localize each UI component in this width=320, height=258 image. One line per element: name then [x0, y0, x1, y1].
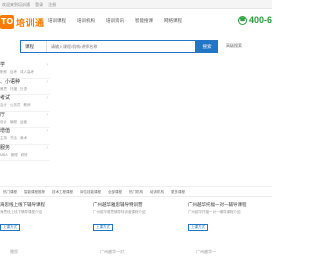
- filter-tab[interactable]: 更多课程: [171, 187, 185, 196]
- chevron-right-icon: ›: [46, 78, 48, 85]
- category-sub[interactable]: MBA: [0, 153, 8, 157]
- course-title[interactable]: 广州越华托福一对一辅导课程: [188, 201, 272, 208]
- course-desc: 广州越华雅思辅导特训营课程介绍: [93, 210, 146, 214]
- search-input[interactable]: [47, 41, 195, 52]
- login-link[interactable]: 登录: [35, 0, 43, 8]
- course-title[interactable]: 海思线上线下辅导课程: [0, 201, 82, 208]
- category-sub[interactable]: 教师: [24, 103, 31, 107]
- site-logo[interactable]: TO 培训通: [0, 13, 45, 31]
- logo-text: 培训通: [16, 17, 45, 28]
- hotline-number: 400-6: [248, 15, 272, 25]
- advanced-search-link[interactable]: 高级搜索: [226, 43, 242, 49]
- course-desc: 海思线上线下辅导课程介绍: [0, 210, 42, 214]
- next-row-item[interactable]: 广州越华一对: [100, 249, 124, 255]
- category-sub[interactable]: 管理: [11, 153, 18, 157]
- course-badge: 上课方式: [0, 224, 20, 231]
- category-sub[interactable]: 书法: [10, 136, 17, 140]
- course-desc: 广州越华托福一对一辅导课程介绍: [188, 210, 241, 214]
- nav-item-online-courses[interactable]: 网络课程: [164, 18, 182, 24]
- course-badge: 上课方式: [93, 224, 113, 231]
- category-title: 学: [0, 62, 6, 68]
- chevron-right-icon: ›: [46, 62, 48, 68]
- course-card[interactable]: 广州越华雅思辅导特训营 广州越华雅思辅导特训营课程介绍 上课方式: [93, 201, 178, 241]
- category-sub[interactable]: 运营: [20, 120, 27, 124]
- filter-tabs: 热门课程 智能课程推荐 技术工程课程 岗位技能课程 全部课程 热门机构 培训机构…: [0, 186, 272, 197]
- filter-tab[interactable]: 全部课程: [108, 187, 122, 196]
- filter-tab[interactable]: 技术工程课程: [52, 187, 73, 196]
- nav-item-institutions[interactable]: 培训机构: [77, 18, 95, 24]
- course-title[interactable]: 广州越华雅思辅导特训营: [93, 201, 178, 208]
- category-sub[interactable]: 会计: [0, 103, 7, 107]
- category-sub[interactable]: 自考: [10, 70, 17, 74]
- category-item[interactable]: 增值 › 主持 书法 美术: [0, 128, 50, 145]
- filter-tab[interactable]: 热门机构: [129, 187, 143, 196]
- category-sub[interactable]: 主持: [0, 136, 7, 140]
- category-item[interactable]: 考试 › 会计 公务员 教师: [0, 95, 50, 112]
- category-sub[interactable]: 研修: [21, 153, 28, 157]
- category-item[interactable]: 、小语种 › 雅思 托福 日语: [0, 78, 50, 95]
- top-bar: 欢迎来到培训通 登录 注册: [0, 0, 272, 9]
- hotline: ☎ 400-6: [237, 15, 272, 25]
- course-card[interactable]: 广州越华托福一对一辅导课程 广州越华托福一对一辅导课程介绍 上课方式: [188, 201, 272, 241]
- category-sub[interactable]: 公务员: [10, 103, 21, 107]
- category-sub[interactable]: 雅思: [0, 87, 7, 91]
- main-nav: 培训课程 培训机构 培训资讯 智能搜课 网络课程: [48, 18, 193, 24]
- filter-tab[interactable]: 智能课程推荐: [24, 187, 45, 196]
- search-box: 课程: [20, 40, 196, 53]
- next-row-item[interactable]: 广州越华一: [196, 249, 216, 255]
- course-card[interactable]: 海思线上线下辅导课程 海思线上线下辅导课程介绍 上课方式: [0, 201, 82, 241]
- logo-mark: TO: [0, 15, 14, 29]
- category-sub[interactable]: 托福: [10, 87, 17, 91]
- category-item[interactable]: 厅 › 设计 编程 运营: [0, 111, 50, 128]
- category-sub[interactable]: 职称: [0, 70, 7, 74]
- category-item[interactable]: 服务 › MBA 管理 研修: [0, 144, 50, 161]
- category-sub[interactable]: 成人高考: [20, 70, 34, 74]
- category-title: 厅: [0, 111, 6, 118]
- nav-item-courses[interactable]: 培训课程: [48, 18, 66, 24]
- category-sub[interactable]: 编程: [10, 120, 17, 124]
- greeting-text: 欢迎来到培训通: [2, 2, 30, 7]
- category-title: 增值: [0, 128, 11, 134]
- search-bar: 课程 搜索 高级搜索: [0, 36, 272, 58]
- category-title: 服务: [0, 144, 11, 151]
- nav-item-news[interactable]: 培训资讯: [106, 18, 124, 24]
- chevron-right-icon: ›: [46, 144, 48, 151]
- category-list: 学 › 职称 自考 成人高考 、小语种 › 雅思 托福 日语 考试 › 会计 公务员 教师 厅 › …: [0, 62, 50, 161]
- search-type-select[interactable]: 课程: [21, 41, 47, 52]
- course-badge: 上课方式: [188, 224, 208, 231]
- course-cards: 海思线上线下辅导课程 海思线上线下辅导课程介绍 上课方式 广州越华雅思辅导特训营…: [0, 201, 272, 241]
- category-title: 考试: [0, 95, 11, 101]
- phone-icon: ☎: [237, 15, 247, 25]
- chevron-right-icon: ›: [46, 128, 48, 134]
- category-title: 、小语种: [0, 78, 21, 85]
- filter-tab[interactable]: 热门课程: [3, 187, 17, 196]
- next-row-item[interactable]: 雅思: [10, 249, 18, 255]
- filter-tab[interactable]: 培训机构: [150, 187, 164, 196]
- chevron-right-icon: ›: [46, 95, 48, 101]
- category-sub[interactable]: 设计: [0, 120, 7, 124]
- search-button[interactable]: 搜索: [196, 40, 218, 53]
- site-header: TO 培训通 培训课程 培训机构 培训资讯 智能搜课 网络课程 ☎ 400-6: [0, 10, 272, 35]
- register-link[interactable]: 注册: [48, 0, 56, 8]
- chevron-right-icon: ›: [46, 111, 48, 118]
- nav-item-smart-search[interactable]: 智能搜课: [135, 18, 153, 24]
- category-sub[interactable]: 美术: [20, 136, 27, 140]
- category-item[interactable]: 学 › 职称 自考 成人高考: [0, 62, 50, 79]
- filter-tab[interactable]: 岗位技能课程: [80, 187, 101, 196]
- category-sub[interactable]: 日语: [20, 87, 27, 91]
